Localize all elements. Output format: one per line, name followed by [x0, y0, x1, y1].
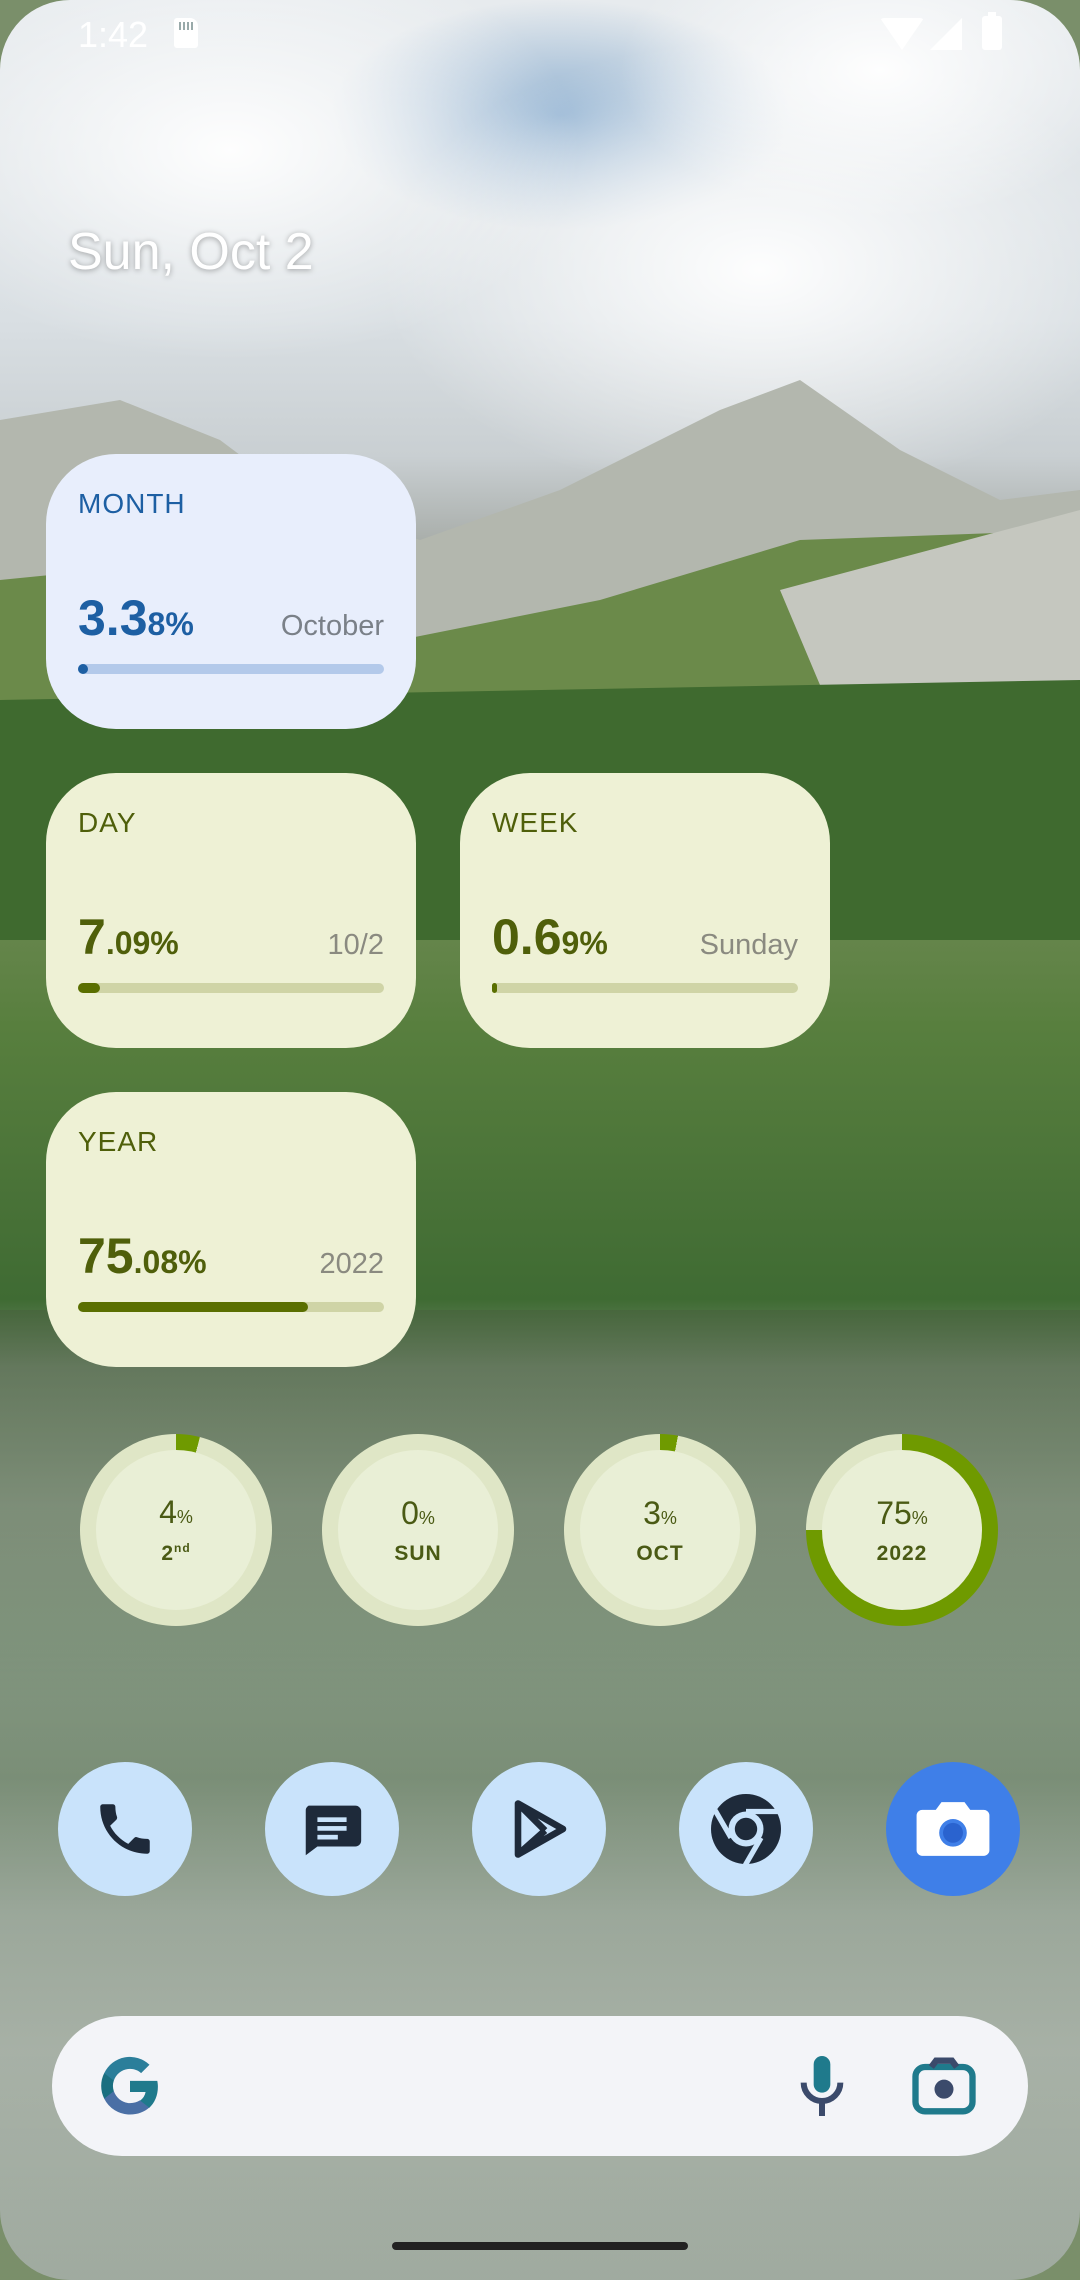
day-progress-widget[interactable]: DAY 7.09% 10/2: [46, 773, 416, 1048]
date-widget[interactable]: Sun, Oct 2: [68, 222, 314, 282]
cell-signal-icon: [930, 18, 962, 50]
day-progress-bar: [78, 983, 384, 993]
day-percent: 7.09%: [78, 909, 179, 965]
messages-app[interactable]: [265, 1762, 399, 1896]
year-percent: 75.08%: [78, 1228, 207, 1284]
camera-icon: [916, 1802, 990, 1856]
card-label: WEEK: [492, 807, 579, 838]
microphone-icon[interactable]: [782, 2046, 862, 2126]
gesture-navigation-bar[interactable]: [392, 2242, 688, 2250]
wifi-icon: [880, 18, 924, 50]
month-percent: 3.38%: [78, 590, 194, 646]
status-time: 1:42: [78, 14, 149, 55]
ring-widget-week[interactable]: 0% SUN: [322, 1434, 514, 1626]
year-number: 2022: [319, 1248, 384, 1280]
card-label: MONTH: [78, 488, 186, 519]
chrome-icon: [711, 1794, 781, 1867]
play-store-app[interactable]: [472, 1762, 606, 1896]
ring-caption: SUN: [394, 1541, 442, 1565]
sd-card-icon: [174, 18, 198, 48]
ring-widget-month[interactable]: 3% OCT: [564, 1434, 756, 1626]
chrome-app[interactable]: [679, 1762, 813, 1896]
ring-value: 4%: [159, 1494, 193, 1530]
card-label: DAY: [78, 807, 137, 838]
status-bar: 1:42: [0, 0, 1080, 70]
ring-widget-day[interactable]: 4% 2nd: [80, 1434, 272, 1626]
year-progress-bar: [78, 1302, 384, 1312]
ring-value: 0%: [401, 1494, 435, 1531]
year-progress-widget[interactable]: YEAR 75.08% 2022: [46, 1092, 416, 1367]
week-progress-bar: [492, 983, 798, 993]
google-logo-icon: [101, 2056, 158, 2115]
camera-app[interactable]: [886, 1762, 1020, 1896]
ring-caption: OCT: [636, 1541, 684, 1565]
ring-value: 3%: [643, 1494, 677, 1531]
google-search-bar[interactable]: [52, 2016, 1028, 2156]
lens-camera-icon[interactable]: [906, 2048, 982, 2124]
card-label: YEAR: [78, 1126, 159, 1157]
week-progress-widget[interactable]: WEEK 0.69% Sunday: [460, 773, 830, 1048]
month-progress-bar: [78, 664, 384, 674]
month-progress-widget[interactable]: MONTH 3.38% October: [46, 454, 416, 729]
month-name: October: [280, 610, 384, 642]
messages-icon: [305, 1805, 362, 1856]
week-percent: 0.69%: [492, 909, 608, 965]
ring-caption: 2nd: [161, 1541, 191, 1565]
battery-icon: [982, 12, 1002, 50]
phone-icon: [100, 1804, 150, 1854]
ring-widget-year[interactable]: 75% 2022: [806, 1434, 998, 1626]
ring-caption: 2022: [876, 1541, 928, 1565]
day-date: 10/2: [327, 929, 384, 961]
ring-value: 75%: [876, 1494, 928, 1531]
phone-app[interactable]: [58, 1762, 192, 1896]
play-store-icon: [514, 1800, 567, 1858]
week-day: Sunday: [699, 929, 798, 961]
